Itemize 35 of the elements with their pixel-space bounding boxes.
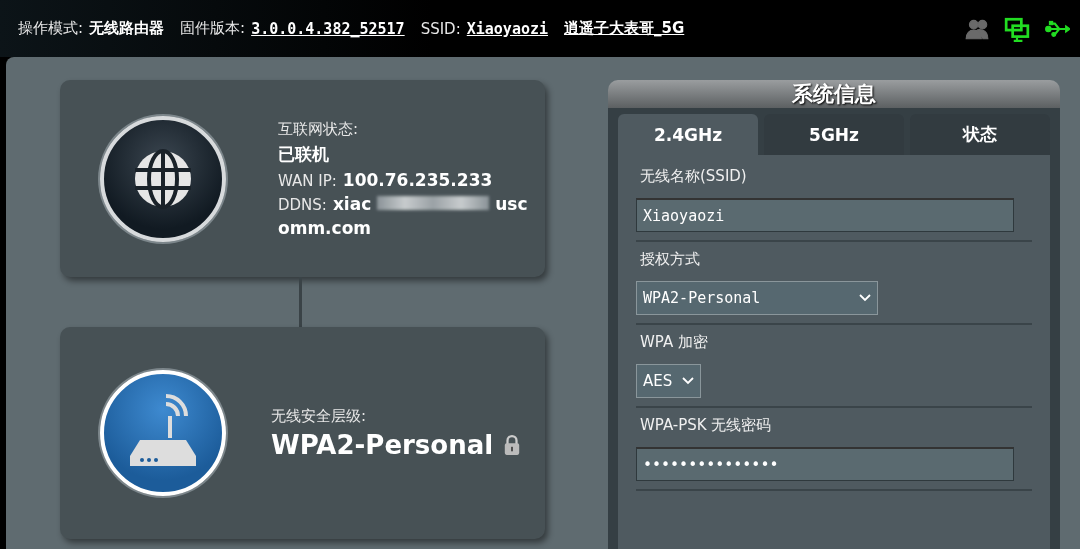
field-label: 无线名称(SSID) — [640, 167, 748, 186]
field-label: WPA-PSK 无线密码 — [640, 416, 773, 435]
wan-ip-value: 100.76.235.233 — [342, 169, 493, 190]
ddns-value: usc — [495, 193, 528, 214]
password-field[interactable]: ••••••••••••••• — [636, 447, 1014, 481]
ddns-value: xiac — [332, 193, 372, 214]
ssid-link[interactable]: Xiaoyaozi — [466, 19, 548, 38]
padlock-icon — [503, 433, 522, 456]
band-tab[interactable]: 状态 — [910, 114, 1050, 155]
wireless-security-card[interactable]: 无线安全层级: WPA2-Personal — [60, 327, 545, 539]
security-level-value: WPA2-Personal — [271, 429, 494, 460]
mode-label: 操作模式: — [18, 19, 84, 38]
dropdown[interactable]: WPA2-Personal — [636, 281, 878, 315]
chevron-down-icon — [682, 377, 694, 385]
internet-status-label: 互联网状态: — [278, 119, 360, 139]
field-label: WPA 加密 — [640, 333, 709, 352]
band-tab[interactable]: 2.4GHz — [618, 114, 758, 155]
dropdown[interactable]: AES — [636, 364, 701, 398]
ddns-label: DDNS: — [278, 195, 327, 214]
ddns-value: omm.com — [278, 217, 373, 238]
wan-ip-label: WAN IP: — [278, 171, 337, 190]
mode-value: 无线路由器 — [89, 19, 165, 38]
internet-status-value: 已联机 — [278, 142, 330, 166]
internet-status-card[interactable]: 互联网状态: 已联机 WAN IP: 100.76.235.233 DDNS: xiac usc omm.com — [60, 80, 545, 277]
monitors-icon[interactable] — [1004, 15, 1030, 42]
ssid-field[interactable]: Xiaoyaozi — [636, 198, 1014, 232]
field-label: 授权方式 — [640, 250, 701, 269]
firmware-link[interactable]: 3.0.0.4.382_52517 — [251, 19, 405, 38]
ssid-label: SSID: — [420, 19, 461, 38]
ssid-link[interactable]: 逍遥子大表哥_5G — [564, 19, 685, 38]
chevron-down-icon — [859, 294, 871, 302]
band-tab[interactable]: 5GHz — [764, 114, 904, 155]
firmware-label: 固件版本: — [180, 19, 246, 38]
security-level-label: 无线安全层级: — [271, 406, 368, 426]
panel-title: 系统信息 — [608, 80, 1060, 108]
